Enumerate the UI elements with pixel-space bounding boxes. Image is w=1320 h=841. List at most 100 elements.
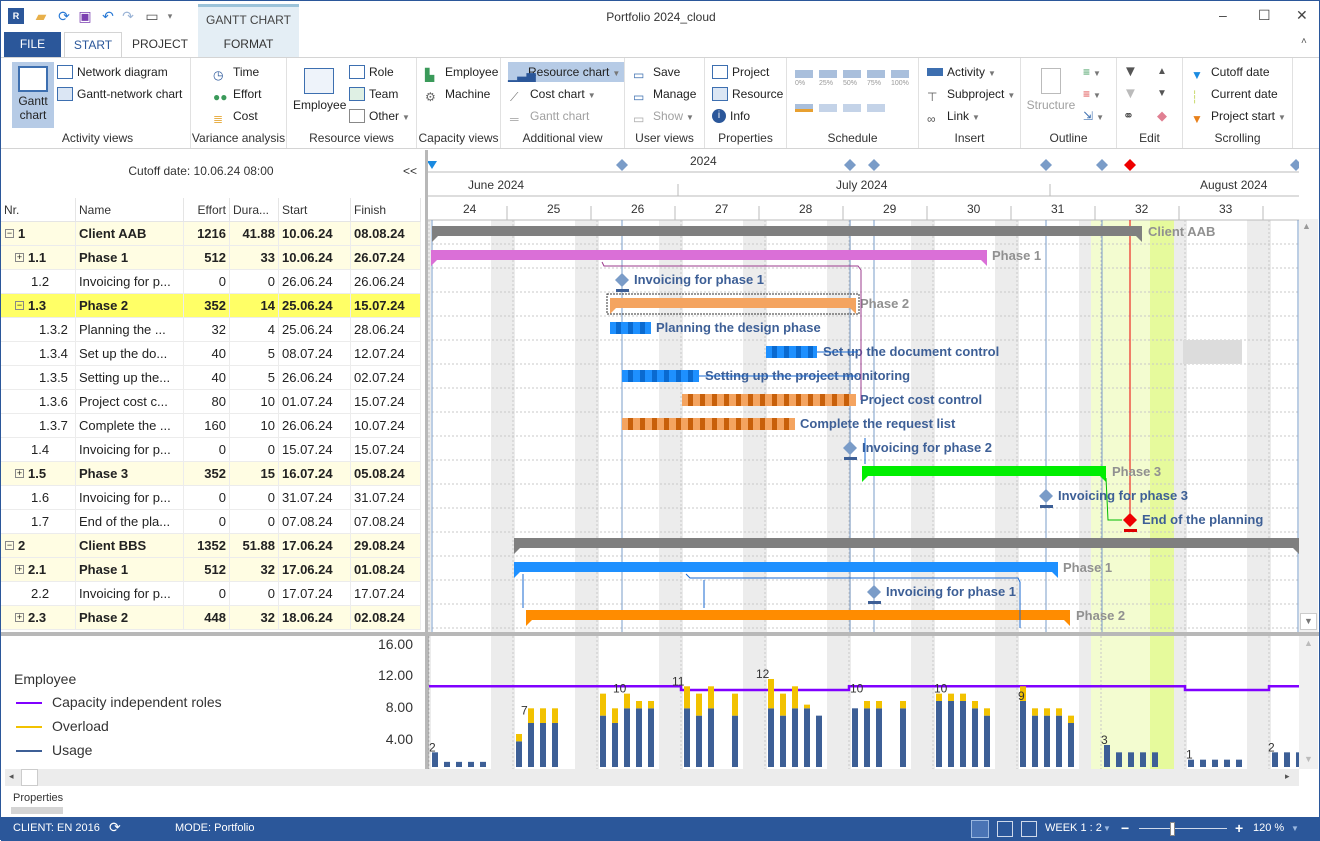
bar-label[interactable]: Invoicing for phase 3 [1058,488,1188,503]
table-row[interactable]: +2.3 Phase 2 448 32 18.06.24 02.08.24 [1,606,421,630]
progress-50-button[interactable] [843,70,861,78]
task-bar-request-list-segment[interactable] [760,418,765,430]
insert-activity-button[interactable]: Activity ▼ [927,62,996,82]
role-view-button[interactable]: Role [349,62,394,82]
gantt-chart-button[interactable]: Gantt chart [12,62,54,128]
task-bar-request-list-segment[interactable] [688,418,693,430]
scroll-down-icon[interactable]: ▼ [1304,754,1313,764]
milestone-invoicing-phase3-baseline[interactable] [1040,505,1053,508]
table-row[interactable]: 1.3.4 Set up the do... 40 5 08.07.24 12.07.24 [1,342,421,366]
task-bar-document-control-segment[interactable] [796,346,801,358]
summary-bar-phase1-cap[interactable] [981,260,987,266]
table-row[interactable]: 1.3.7 Complete the ... 160 10 26.06.24 10.07.… [1,414,421,438]
task-bar-document-control-segment[interactable] [808,346,813,358]
task-bar-request-list-segment[interactable] [628,418,633,430]
task-bar-cost-control-segment[interactable] [760,394,765,406]
capacity-machine-button[interactable]: ⚙ Machine [425,84,490,104]
indent-button[interactable]: ≡ ▼ [1083,62,1101,82]
summary-bar-phase1-cap[interactable] [431,260,437,266]
task-bar-cost-control-segment[interactable] [736,394,741,406]
bar-label[interactable]: Invoicing for phase 2 [862,440,992,455]
other-view-button[interactable]: Other ▼ [349,106,410,126]
table-row[interactable]: +1.5 Phase 3 352 15 16.07.24 05.08.24 [1,462,421,486]
collapse-table-button[interactable]: << [403,164,417,178]
zoom-dropdown-icon[interactable]: ▼ [1291,824,1299,833]
find-binoculars-icon[interactable]: ⚭ [1123,106,1134,126]
split-button[interactable] [819,104,837,112]
task-bar-cost-control-segment[interactable] [688,394,693,406]
bar-label[interactable]: Project cost control [860,392,982,407]
bar-label[interactable]: Phase 1 [1063,560,1112,575]
task-bar-request-list-segment[interactable] [700,418,705,430]
table-row[interactable]: +1.1 Phase 1 512 33 10.06.24 26.07.24 [1,246,421,270]
task-bar-request-list-segment[interactable] [784,418,789,430]
table-row[interactable]: 1.3.5 Setting up the... 40 5 26.06.24 02.07.2… [1,366,421,390]
summary-bar-phase3[interactable] [862,466,1106,476]
outdent-button[interactable]: ≡ ▼ [1083,84,1101,104]
summary-bar-bbs-phase2-cap[interactable] [526,620,532,626]
team-view-button[interactable]: Team [349,84,398,104]
manage-views-button[interactable]: ▭ Manage [633,84,696,104]
summary-bar-bbs-phase1[interactable] [514,562,1058,572]
scroll-project-start-button[interactable]: ▼ Project start ▼ [1191,106,1286,126]
summary-bar-client-aab-cap[interactable] [432,236,438,242]
task-bar-request-list-segment[interactable] [724,418,729,430]
task-bar-cost-control-segment[interactable] [712,394,717,406]
bar-label[interactable]: Phase 1 [992,248,1041,263]
interrupt-button[interactable] [867,104,885,112]
summary-bar-bbs-phase1-cap[interactable] [514,572,520,578]
expand-icon[interactable]: + [15,469,24,479]
view-resource-icon[interactable] [1021,821,1037,837]
collapse-icon[interactable]: − [5,229,14,239]
bar-label[interactable]: Invoicing for phase 1 [634,272,764,287]
task-bar-request-list-segment[interactable] [712,418,717,430]
move-button[interactable]: ⇲ ▼ [1083,106,1104,126]
task-bar-request-list-segment[interactable] [736,418,741,430]
summary-bar-phase1[interactable] [431,250,987,260]
tab-file[interactable]: FILE [4,32,61,57]
properties-tab[interactable]: Properties [13,792,63,804]
resource-properties-button[interactable]: Resource [712,84,783,104]
resource-vertical-scrollbar[interactable]: ▲ ▼ [1299,636,1318,769]
reschedule-button[interactable] [795,104,813,112]
bar-label[interactable]: End of the planning [1142,512,1263,527]
view-gantt-icon[interactable] [971,820,989,838]
task-bar-monitoring-segment[interactable] [652,370,657,382]
progress-100-button[interactable] [891,70,909,78]
clear-filter-icon[interactable]: ▼ [1123,84,1138,104]
table-row[interactable]: 1.6 Invoicing for p... 0 0 31.07.24 31.07.24 [1,486,421,510]
scroll-down-icon[interactable]: ▼ [1300,613,1317,630]
task-bar-monitoring-segment[interactable] [676,370,681,382]
view-network-icon[interactable] [997,821,1013,837]
task-bar-cost-control-segment[interactable] [724,394,729,406]
collapse-icon[interactable]: − [5,541,14,551]
table-row[interactable]: +2.1 Phase 1 512 32 17.06.24 01.08.24 [1,558,421,582]
zoom-level[interactable]: 120 % [1253,822,1284,834]
employee-view-button[interactable]: Employee [293,68,346,112]
zoom-out-button[interactable]: − [1121,820,1129,836]
collapse-icon[interactable]: − [15,301,24,311]
table-row[interactable]: 1.2 Invoicing for p... 0 0 26.06.24 26.06.24 [1,270,421,294]
zoom-slider-thumb[interactable] [1170,822,1175,836]
milestone-bbs-invoicing-phase1[interactable] [867,585,881,599]
expand-icon[interactable]: + [15,613,24,623]
progress-25-button[interactable] [819,70,837,78]
column-header-nr[interactable]: Nr. [1,198,76,222]
task-bar-cost-control-segment[interactable] [832,394,837,406]
save-view-button[interactable]: ▭ Save [633,62,680,82]
variance-cost-button[interactable]: ≣ Cost [213,106,258,126]
task-bar-cost-control-segment[interactable] [808,394,813,406]
milestone-bbs-invoicing-phase1-baseline[interactable] [868,601,881,604]
additional-gantt-button[interactable]: ═ Gantt chart [510,106,589,126]
task-bar-cost-control-segment[interactable] [784,394,789,406]
task-bar-planning-segment[interactable] [640,322,645,334]
table-row[interactable]: −1 Client AAB 1216 41.88 10.06.24 08.08.24 [1,222,421,246]
summary-bar-phase3-cap[interactable] [862,476,868,482]
column-header-effort[interactable]: Effort [184,198,230,222]
summary-bar-phase2-cap[interactable] [610,308,616,314]
task-bar-request-list-segment[interactable] [772,418,777,430]
show-views-button[interactable]: ▭ Show ▼ [633,106,694,126]
task-bar-cost-control-segment[interactable] [820,394,825,406]
gantt-vertical-scrollbar[interactable]: ▲ ▼ [1299,219,1318,632]
collapse-ribbon-icon[interactable]: ˄ [1301,36,1307,47]
